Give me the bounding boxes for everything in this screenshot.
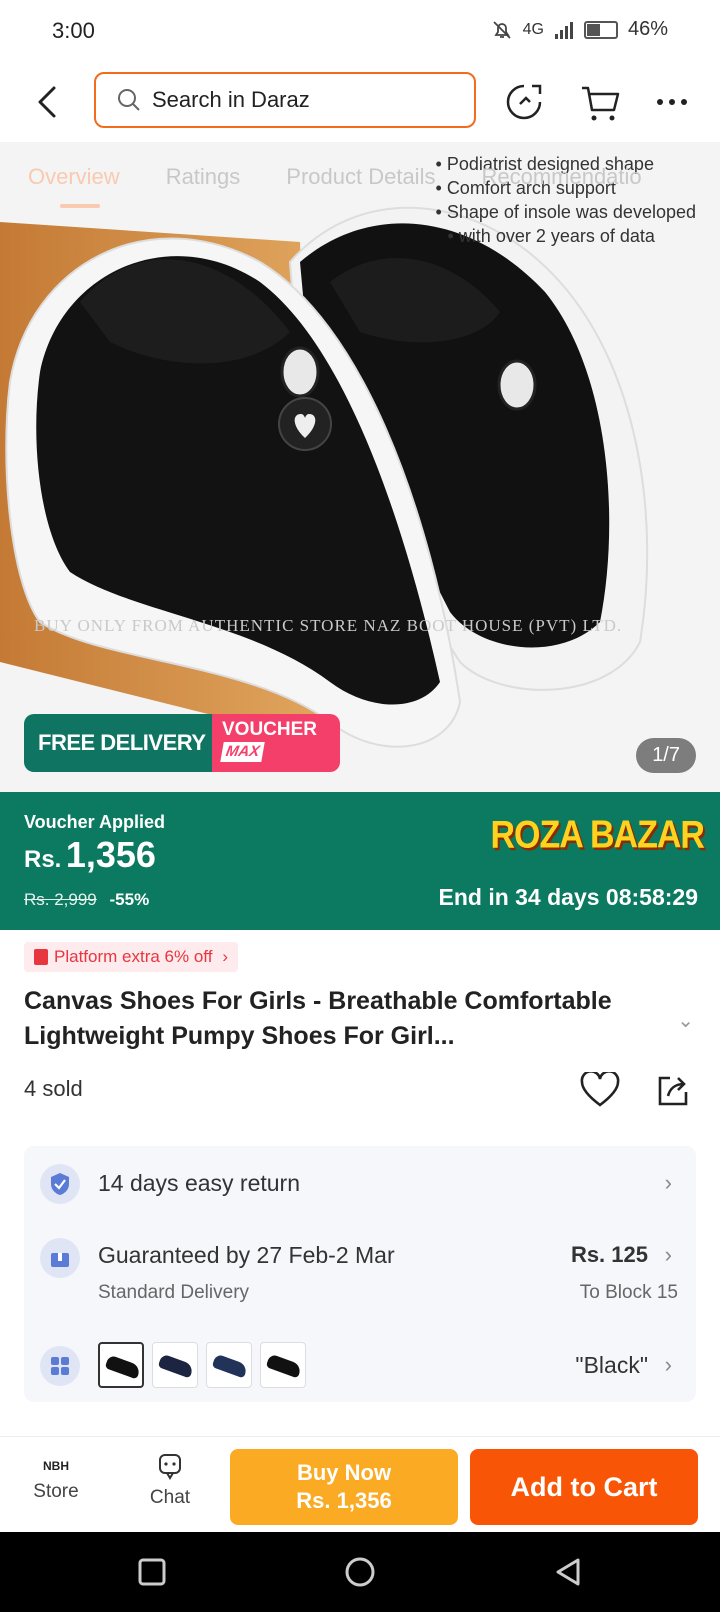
delivery-date-label: Guaranteed by 27 Feb-2 Mar	[98, 1242, 395, 1268]
image-page-counter: 1/7	[636, 738, 696, 773]
share-icon[interactable]	[654, 1072, 690, 1108]
battery-percent: 46%	[627, 18, 668, 40]
variant-row[interactable]: "Black" ›	[40, 1342, 680, 1390]
store-logo: NBH	[43, 1459, 69, 1473]
countdown-timer: End in 34 days 08:58:29	[438, 884, 698, 910]
tab-ratings[interactable]: Ratings	[166, 164, 241, 190]
add-to-cart-button[interactable]: Add to Cart	[470, 1449, 698, 1525]
sold-count: 4 sold	[24, 1076, 83, 1101]
signal-icon	[554, 21, 573, 39]
variant-grid-icon	[40, 1346, 80, 1386]
product-image-carousel[interactable]: Overview Ratings Product Details Recomme…	[0, 142, 720, 792]
original-price-row: Rs. 2,999 -55%	[24, 890, 149, 910]
delivery-row[interactable]: Guaranteed by 27 Feb-2 Mar Standard Deli…	[40, 1238, 680, 1318]
chevron-right-icon: ›	[664, 1242, 672, 1267]
status-bar: 3:00 4G 46%	[0, 0, 720, 62]
store-button[interactable]: NBH Store	[16, 1451, 96, 1503]
tab-recommendations[interactable]: Recommendatio	[481, 164, 641, 190]
battery-icon	[583, 20, 618, 39]
variant-thumb[interactable]	[260, 1342, 306, 1388]
bottom-action-bar: NBH Store Chat Buy Now Rs. 1,356 Add to …	[0, 1436, 720, 1532]
delivery-location: To Block 15	[579, 1282, 678, 1303]
chevron-right-icon: ›	[664, 1352, 672, 1377]
tab-product-details[interactable]: Product Details	[286, 164, 435, 190]
store-label: Store	[33, 1481, 79, 1502]
back-icon[interactable]	[30, 82, 66, 122]
platform-discount-tag[interactable]: Platform extra 6% off ›	[24, 942, 239, 972]
return-policy-label: 14 days easy return	[98, 1170, 301, 1196]
shield-check-icon	[40, 1164, 80, 1204]
chat-button[interactable]: Chat	[130, 1451, 210, 1509]
buy-now-button[interactable]: Buy Now Rs. 1,356	[230, 1449, 458, 1525]
section-tabs: Overview Ratings Product Details Recomme…	[28, 164, 642, 190]
delivery-info-panel: 14 days easy return › Guaranteed by 27 F…	[24, 1146, 696, 1402]
voucher-text: VOUCHER	[222, 719, 318, 740]
more-icon[interactable]	[650, 80, 694, 124]
status-time: 3:00	[52, 18, 95, 43]
product-title[interactable]: Canvas Shoes For Girls - Breathable Comf…	[24, 984, 674, 1054]
search-input[interactable]: Search in Daraz	[94, 72, 476, 128]
delivery-box-icon	[40, 1238, 80, 1278]
delivery-type-label: Standard Delivery	[98, 1282, 250, 1303]
max-text: MAX	[220, 742, 266, 762]
variant-thumb[interactable]	[98, 1342, 144, 1388]
chevron-right-icon: ›	[222, 947, 229, 966]
delivery-price: Rs. 125	[570, 1242, 648, 1267]
status-icons: 4G 46%	[491, 18, 668, 41]
history-icon[interactable]	[502, 80, 546, 124]
buy-now-label: Buy Now	[296, 1460, 392, 1485]
voucher-banner: Voucher Applied Rs. 1,356 Rs. 2,999 -55%…	[0, 792, 720, 930]
platform-discount-label: Platform extra 6% off	[54, 947, 213, 966]
variant-thumb[interactable]	[206, 1342, 252, 1388]
network-label: 4G	[522, 20, 544, 38]
chevron-down-icon[interactable]: ⌄	[677, 1008, 694, 1033]
home-icon[interactable]	[342, 1554, 378, 1590]
bullet-item-continuation: with over 2 years of data	[436, 224, 697, 248]
selected-variant: "Black"	[575, 1352, 648, 1378]
variant-thumb[interactable]	[152, 1342, 198, 1388]
bullet-text: with over 2 years of data	[458, 226, 655, 246]
image-watermark: BUY ONLY FROM AUTHENTIC STORE NAZ BOOT H…	[34, 616, 623, 635]
variant-thumbnails	[98, 1342, 306, 1388]
free-delivery-label: FREE DELIVERY	[24, 714, 212, 772]
tab-overview[interactable]: Overview	[28, 164, 120, 190]
return-policy-row[interactable]: 14 days easy return ›	[40, 1164, 680, 1204]
wishlist-heart-icon[interactable]	[580, 1072, 620, 1108]
recents-icon[interactable]	[134, 1554, 170, 1590]
system-navigation-bar	[0, 1532, 720, 1612]
header: Search in Daraz	[0, 62, 720, 142]
mute-icon	[492, 20, 511, 39]
discount-percent: -55%	[109, 890, 150, 909]
currency-label: Rs.	[24, 846, 62, 873]
tab-underline	[60, 204, 100, 208]
search-icon	[118, 89, 140, 111]
battery-level	[586, 23, 600, 36]
current-price: Rs. 1,356	[24, 834, 156, 876]
chevron-right-icon: ›	[664, 1170, 672, 1195]
voucher-max-label: VOUCHER MAX	[212, 714, 340, 772]
voucher-applied-label: Voucher Applied	[24, 812, 166, 832]
price-amount: 1,356	[65, 834, 156, 875]
free-delivery-badge: FREE DELIVERY VOUCHER MAX	[24, 714, 340, 772]
chat-label: Chat	[149, 1487, 191, 1508]
original-price: Rs. 2,999	[24, 890, 97, 909]
campaign-logo: ROZA BAZAR	[490, 813, 705, 857]
back-nav-icon[interactable]	[550, 1554, 586, 1590]
search-placeholder: Search in Daraz	[152, 87, 310, 112]
coupon-icon	[34, 949, 48, 965]
buy-now-price: Rs. 1,356	[296, 1488, 392, 1513]
bullet-item: Shape of insole was developed	[436, 200, 696, 224]
cart-icon[interactable]	[578, 80, 622, 124]
chat-icon	[159, 1454, 181, 1480]
